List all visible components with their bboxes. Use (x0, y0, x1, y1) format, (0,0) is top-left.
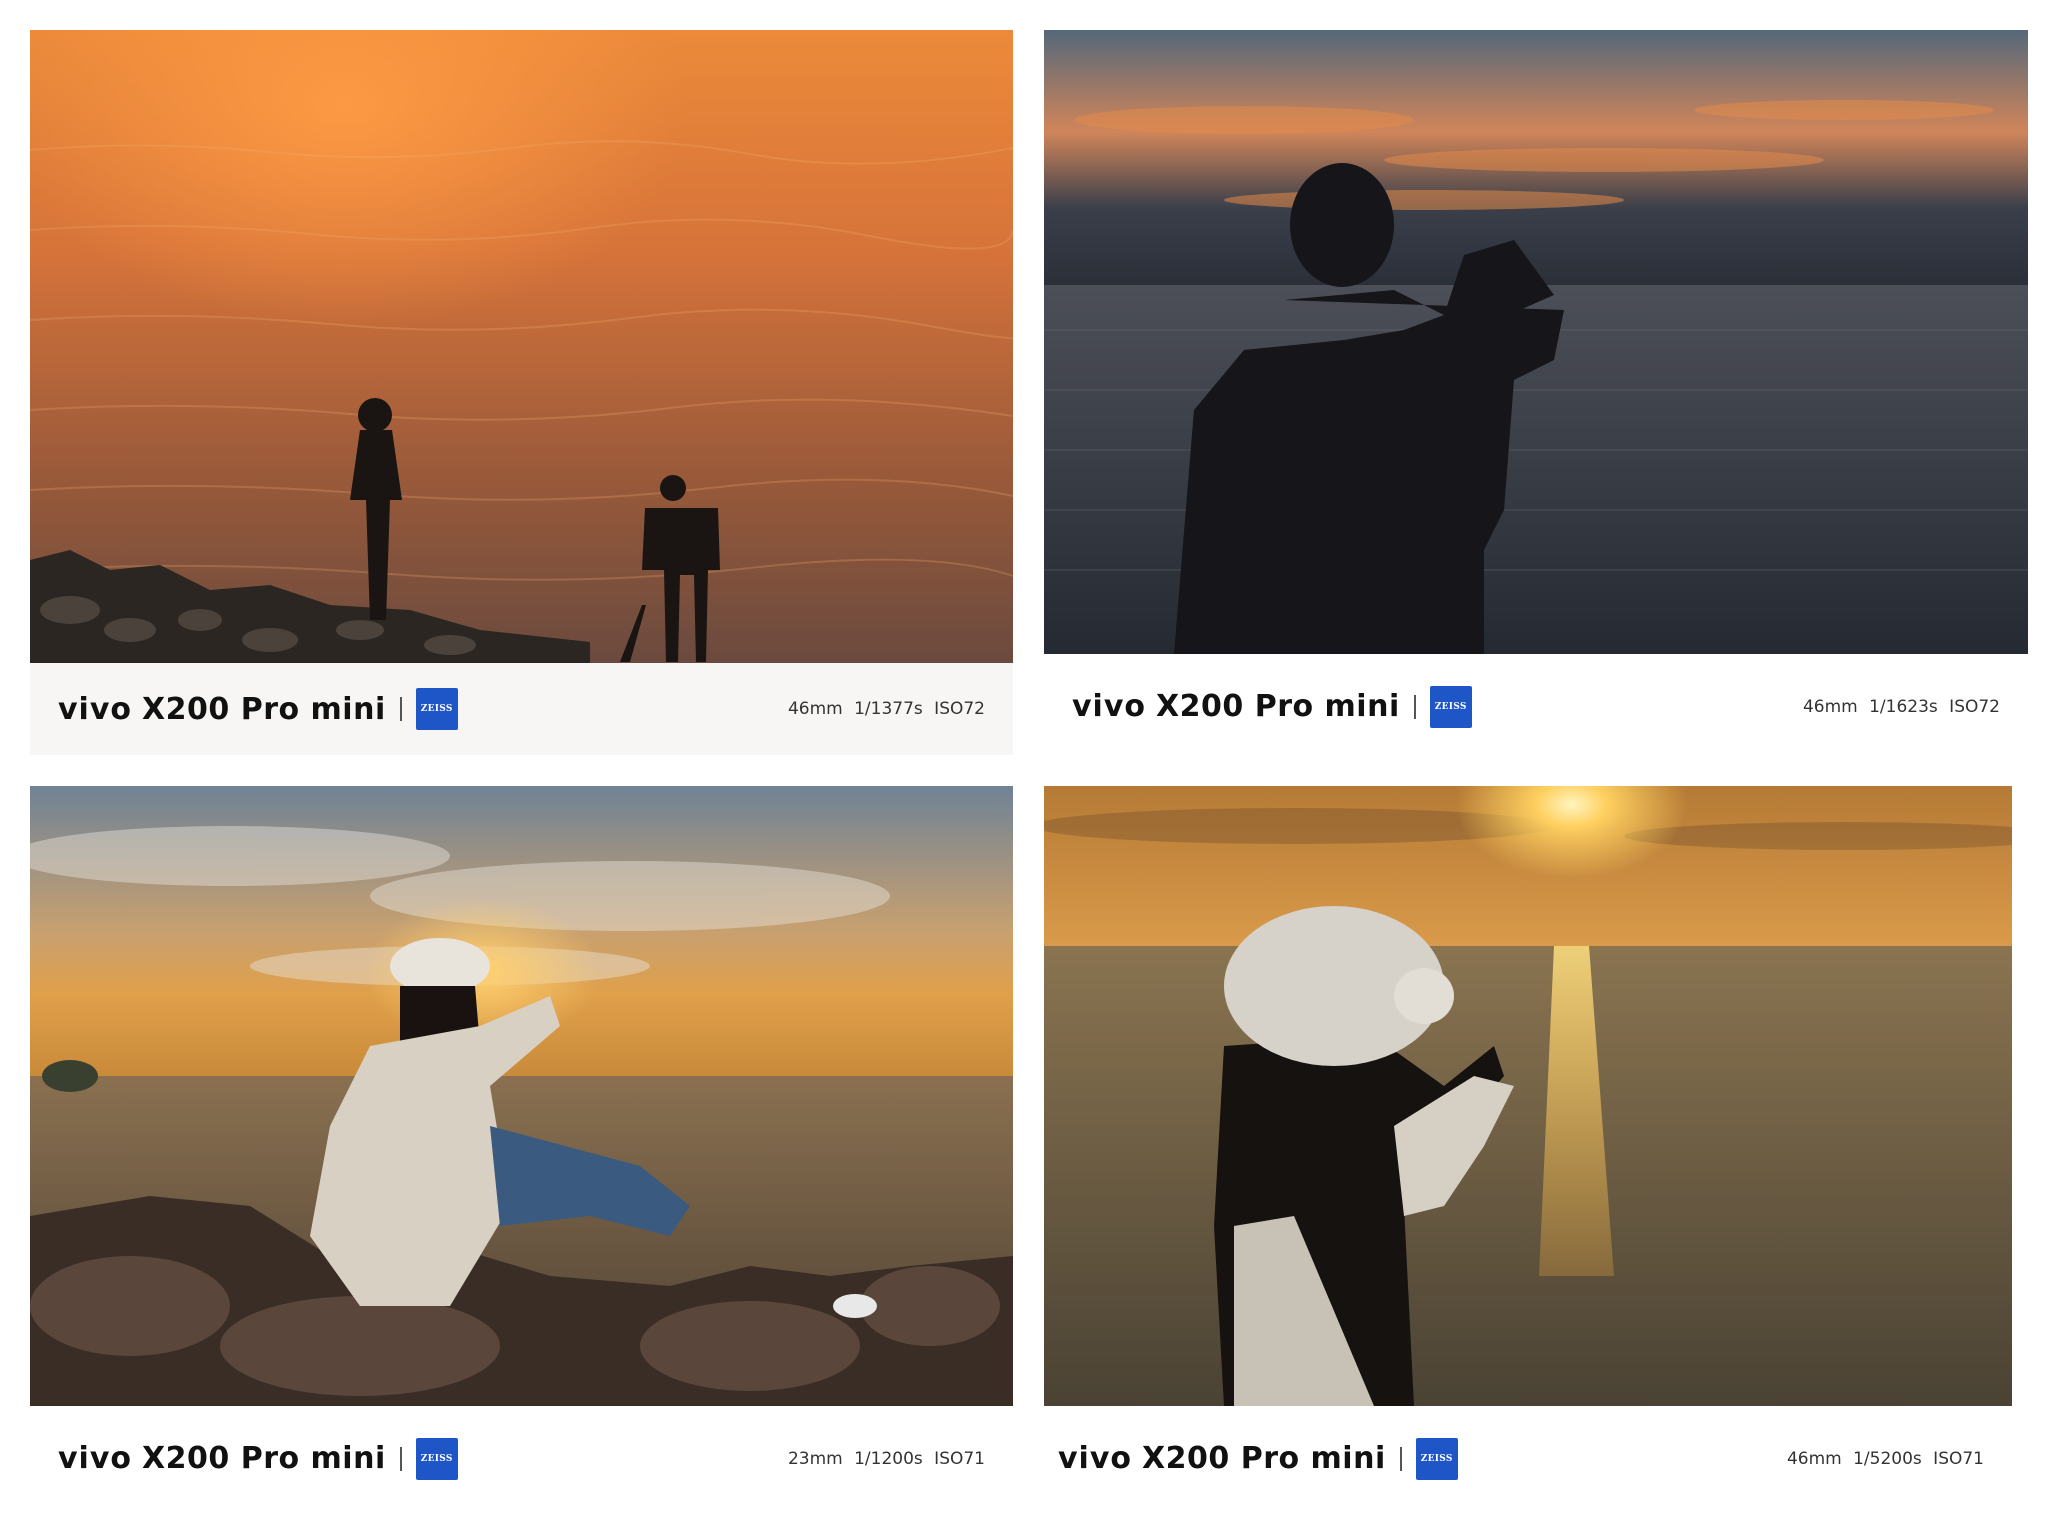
brand-lockup: vivo X200 Pro mini ZEISS (1072, 685, 1472, 728)
camera-model-label: vivo X200 Pro mini (58, 1441, 386, 1476)
zeiss-logo: ZEISS (415, 688, 458, 730)
camera-model-label: vivo X200 Pro mini (1058, 1441, 1386, 1476)
camera-model-label: vivo X200 Pro mini (1072, 689, 1400, 724)
divider (1413, 694, 1416, 719)
zeiss-logo: ZEISS (1415, 1437, 1458, 1480)
sunset-salute-photo-2 (1044, 30, 2028, 654)
model-name: X200 Pro mini (1142, 1441, 1386, 1476)
model-name: X200 Pro mini (142, 1441, 386, 1476)
sunset-rocks-photo-3 (30, 786, 1013, 1406)
photo-3-caption: vivo X200 Pro mini ZEISS 23mm 1/1200s ISO… (30, 1406, 1013, 1511)
brand-lockup: vivo X200 Pro mini ZEISS (58, 688, 458, 730)
model-name: X200 Pro mini (142, 691, 386, 727)
zeiss-logo: ZEISS (1429, 685, 1472, 728)
vivo-logo: vivo (1072, 689, 1147, 724)
brand-lockup: vivo X200 Pro mini ZEISS (58, 1437, 458, 1480)
exif-info: 23mm 1/1200s ISO71 (787, 1448, 985, 1469)
brand-lockup: vivo X200 Pro mini ZEISS (1058, 1437, 1458, 1480)
model-name: X200 Pro mini (1156, 689, 1400, 724)
divider (399, 697, 402, 721)
camera-model-label: vivo X200 Pro mini (58, 692, 386, 727)
vivo-logo: vivo (58, 1441, 133, 1476)
sunset-lake-photo-1 (30, 30, 1013, 663)
photo-1-caption: vivo X200 Pro mini ZEISS 46mm 1/1377s ISO… (30, 663, 1013, 755)
exif-info: 46mm 1/1377s ISO72 (787, 699, 985, 719)
exif-info: 46mm 1/5200s ISO71 (1786, 1448, 1984, 1469)
zeiss-logo: ZEISS (415, 1437, 458, 1480)
photo-2-caption: vivo X200 Pro mini ZEISS 46mm 1/1623s ISO… (1044, 654, 2028, 759)
divider (399, 1446, 402, 1471)
vivo-logo: vivo (58, 691, 133, 727)
sunset-pointing-photo-4 (1044, 786, 2012, 1406)
divider (1399, 1446, 1402, 1471)
photo-4-caption: vivo X200 Pro mini ZEISS 46mm 1/5200s ISO… (1044, 1406, 2012, 1511)
vivo-logo: vivo (1058, 1441, 1133, 1476)
exif-info: 46mm 1/1623s ISO72 (1802, 696, 2000, 717)
